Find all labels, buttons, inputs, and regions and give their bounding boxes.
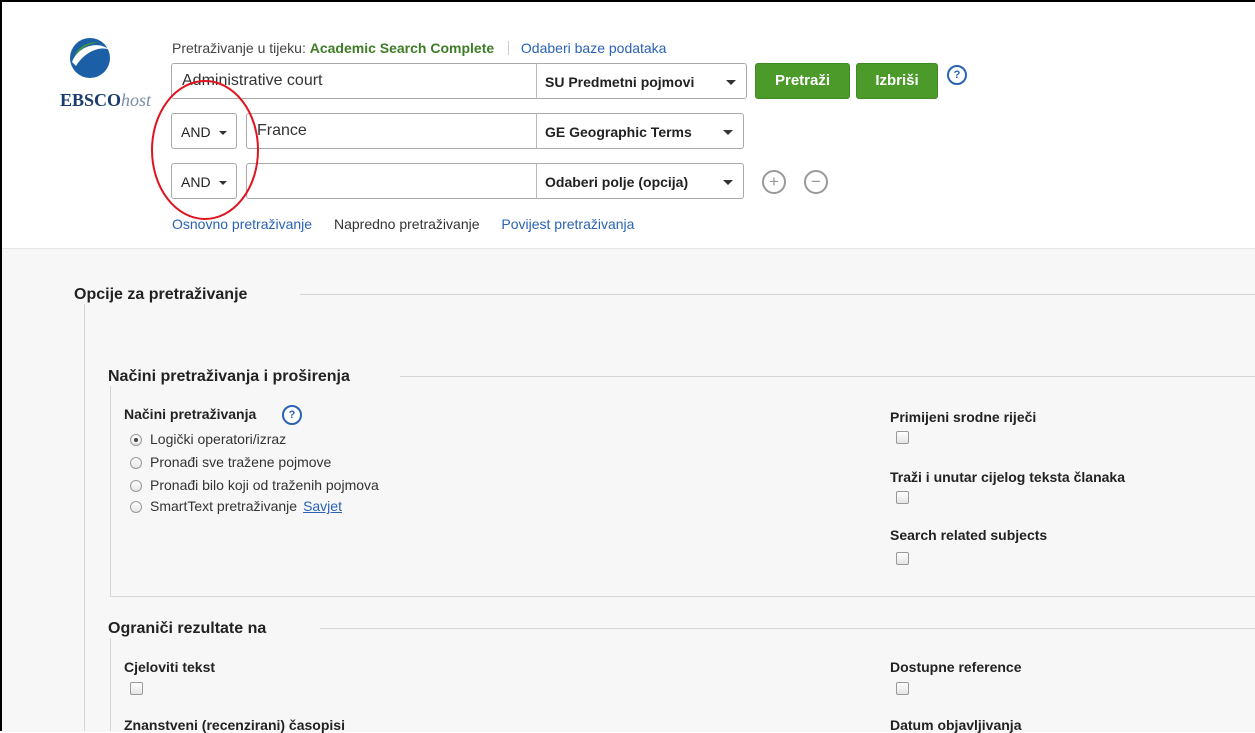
related-words-label: Primijeni srodne riječi <box>890 409 1037 425</box>
chevron-down-icon <box>723 130 733 135</box>
choose-databases-link[interactable]: Odaberi baze podataka <box>521 40 667 56</box>
search-term-input-3[interactable] <box>246 163 537 199</box>
search-context: Pretraživanje u tijeku: Academic Search … <box>172 40 666 56</box>
field-select-3-value: Odaberi polje (opcija) <box>545 174 689 190</box>
divider <box>400 376 1255 377</box>
divider <box>84 304 85 731</box>
annotation-circle <box>151 80 259 220</box>
related-words-checkbox[interactable] <box>896 431 909 444</box>
search-mode-option[interactable]: Logički operatori/izraz <box>130 431 286 449</box>
current-database: Academic Search Complete <box>309 40 495 56</box>
divider <box>110 596 1255 597</box>
clear-button[interactable]: Izbriši <box>856 63 938 99</box>
limits-section-title: Ograniči rezultate na <box>108 620 279 638</box>
full-text-limit-label: Cjeloviti tekst <box>124 659 216 675</box>
help-icon[interactable]: ? <box>947 65 967 85</box>
divider <box>110 638 111 731</box>
field-select-1[interactable]: SU Predmetni pojmovi <box>536 63 747 99</box>
field-select-3[interactable]: Odaberi polje (opcija) <box>536 163 744 199</box>
radio-button[interactable] <box>130 457 142 469</box>
divider <box>508 41 510 55</box>
search-history-link[interactable]: Povijest pretraživanja <box>501 216 634 232</box>
radio-button[interactable] <box>130 501 142 513</box>
search-context-prefix: Pretraživanje u tijeku: <box>172 40 306 56</box>
field-select-1-value: SU Predmetni pojmovi <box>545 74 695 90</box>
advanced-search-link[interactable]: Napredno pretraživanje <box>334 216 480 232</box>
references-available-label: Dostupne reference <box>890 659 1022 675</box>
radio-button[interactable] <box>130 434 142 446</box>
full-text-limit-checkbox[interactable] <box>130 682 143 695</box>
field-select-2-value: GE Geographic Terms <box>545 124 692 140</box>
search-modes-label: Načini pretraživanja <box>124 406 257 422</box>
related-subjects-label: Search related subjects <box>890 527 1048 543</box>
chevron-down-icon <box>723 180 733 185</box>
divider <box>300 294 1255 295</box>
ebsco-globe-icon <box>70 38 110 78</box>
logo-text: EBSCOhost <box>60 90 152 110</box>
help-icon[interactable]: ? <box>282 405 302 425</box>
full-text-search-label: Traži i unutar cijelog teksta članaka <box>890 469 1125 485</box>
chevron-down-icon <box>726 80 736 85</box>
divider <box>320 628 1255 629</box>
add-row-icon[interactable]: + <box>762 170 786 194</box>
ebsco-logo[interactable]: EBSCOhost <box>60 36 160 111</box>
search-mode-option[interactable]: Pronađi bilo koji od traženih pojmova <box>130 477 379 495</box>
references-available-checkbox[interactable] <box>896 682 909 695</box>
field-select-2[interactable]: GE Geographic Terms <box>536 113 744 149</box>
radio-button[interactable] <box>130 480 142 492</box>
search-term-input-2[interactable] <box>246 113 537 149</box>
smarttext-tip-link[interactable]: Savjet <box>303 498 342 514</box>
modes-section-title: Načini pretraživanja i proširenja <box>108 368 362 386</box>
search-options-title: Opcije za pretraživanje <box>74 286 260 304</box>
full-text-search-checkbox[interactable] <box>896 491 909 504</box>
search-mode-option[interactable]: SmartText pretraživanje Savjet <box>130 498 342 516</box>
divider <box>110 386 111 596</box>
search-mode-option[interactable]: Pronađi sve tražene pojmove <box>130 454 331 472</box>
search-button[interactable]: Pretraži <box>755 63 850 99</box>
remove-row-icon[interactable]: − <box>804 170 828 194</box>
related-subjects-checkbox[interactable] <box>896 552 909 565</box>
